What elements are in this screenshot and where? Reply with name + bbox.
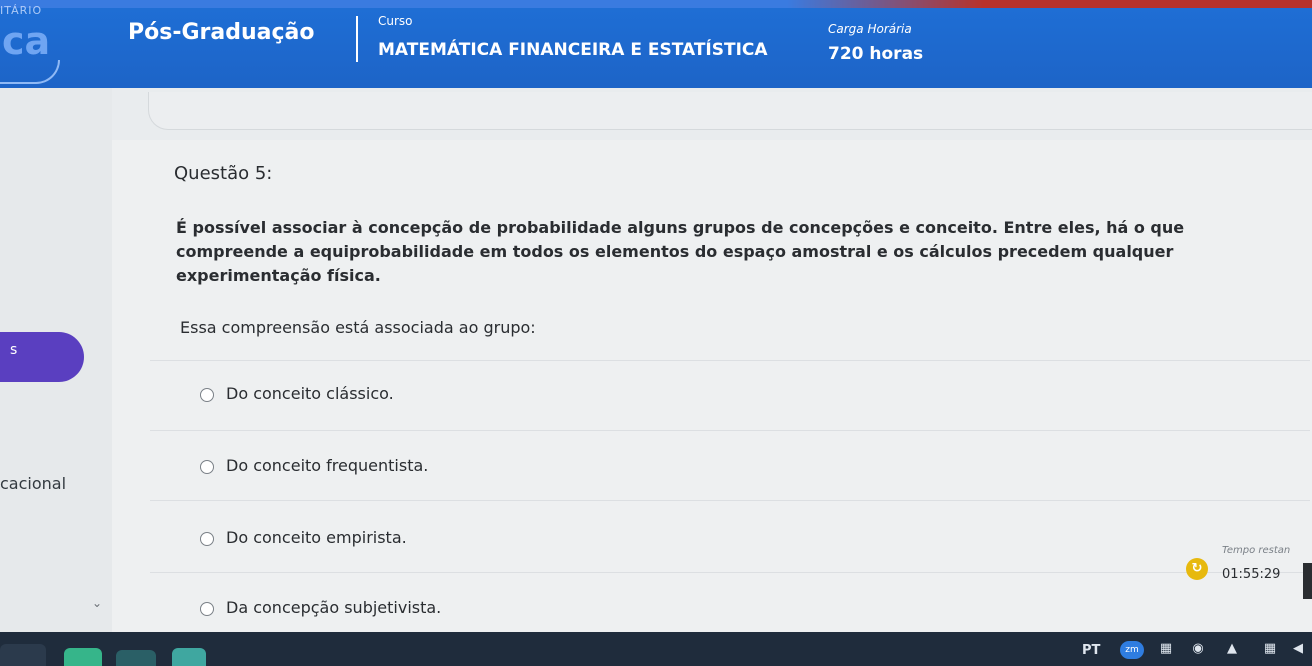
sidebar-active-label: s — [10, 342, 18, 358]
chevron-down-icon[interactable]: ⌄ — [92, 596, 102, 610]
workload-value: 720 horas — [828, 44, 924, 64]
radio-button[interactable] — [200, 388, 214, 402]
volume-icon[interactable]: ◀ — [1290, 641, 1306, 657]
language-indicator[interactable]: PT — [1082, 643, 1100, 658]
calendar-icon[interactable]: ▦ — [1158, 641, 1174, 657]
header-fragment-top: ITÁRIO — [0, 4, 43, 17]
taskbar-button[interactable] — [172, 648, 206, 666]
option-divider — [150, 500, 1310, 501]
network-icon[interactable]: ▦ — [1262, 641, 1278, 657]
course-name: MATEMÁTICA FINANCEIRA E ESTATÍSTICA — [378, 40, 768, 60]
course-header: ITÁRIO ca Pós-Graduação Curso MATEMÁTICA… — [0, 0, 1312, 88]
option-label: Da concepção subjetivista. — [226, 598, 442, 617]
option-label: Do conceito frequentista. — [226, 456, 429, 475]
wifi-icon[interactable]: ▲ — [1224, 641, 1240, 657]
workload-label: Carga Horária — [828, 22, 912, 36]
question-statement: É possível associar à concepção de proba… — [176, 218, 1185, 285]
timer-value: 01:55:29 — [1222, 567, 1281, 582]
sidebar-item-partial[interactable]: cacional — [0, 474, 66, 493]
question-prompt: Essa compreensão está associada ao grupo… — [180, 318, 536, 337]
taskbar-button[interactable] — [64, 648, 102, 666]
header-divider — [356, 16, 358, 62]
zoom-badge[interactable]: zm — [1120, 641, 1144, 659]
taskbar-button[interactable] — [0, 644, 46, 666]
radio-button[interactable] — [200, 460, 214, 474]
radio-button[interactable] — [200, 602, 214, 616]
answer-option-c[interactable]: Do conceito empirista. — [200, 524, 1308, 584]
question-title: Questão 5: — [174, 163, 273, 184]
option-divider — [150, 430, 1310, 431]
answer-option-a[interactable]: Do conceito clássico. — [200, 380, 1308, 440]
option-divider — [150, 360, 1310, 361]
chrome-icon[interactable]: ◉ — [1190, 641, 1206, 657]
header-tab-shape — [0, 60, 60, 84]
option-label: Do conceito clássico. — [226, 384, 394, 403]
course-label: Curso — [378, 14, 413, 28]
timer-panel-edge — [1303, 563, 1312, 599]
option-label: Do conceito empirista. — [226, 528, 407, 547]
radio-button[interactable] — [200, 532, 214, 546]
question-nav-bar — [148, 92, 1312, 130]
answer-option-b[interactable]: Do conceito frequentista. — [200, 452, 1308, 512]
program-title: Pós-Graduação — [128, 20, 315, 45]
clock-refresh-icon: ↻ — [1186, 558, 1208, 580]
taskbar-button[interactable] — [116, 650, 156, 666]
timer-label: Tempo restan — [1222, 545, 1291, 556]
option-divider — [150, 572, 1310, 573]
header-top-strip — [0, 0, 1312, 8]
sidebar-active-item[interactable]: s — [0, 332, 84, 382]
header-fragment-logo: ca — [2, 19, 51, 63]
